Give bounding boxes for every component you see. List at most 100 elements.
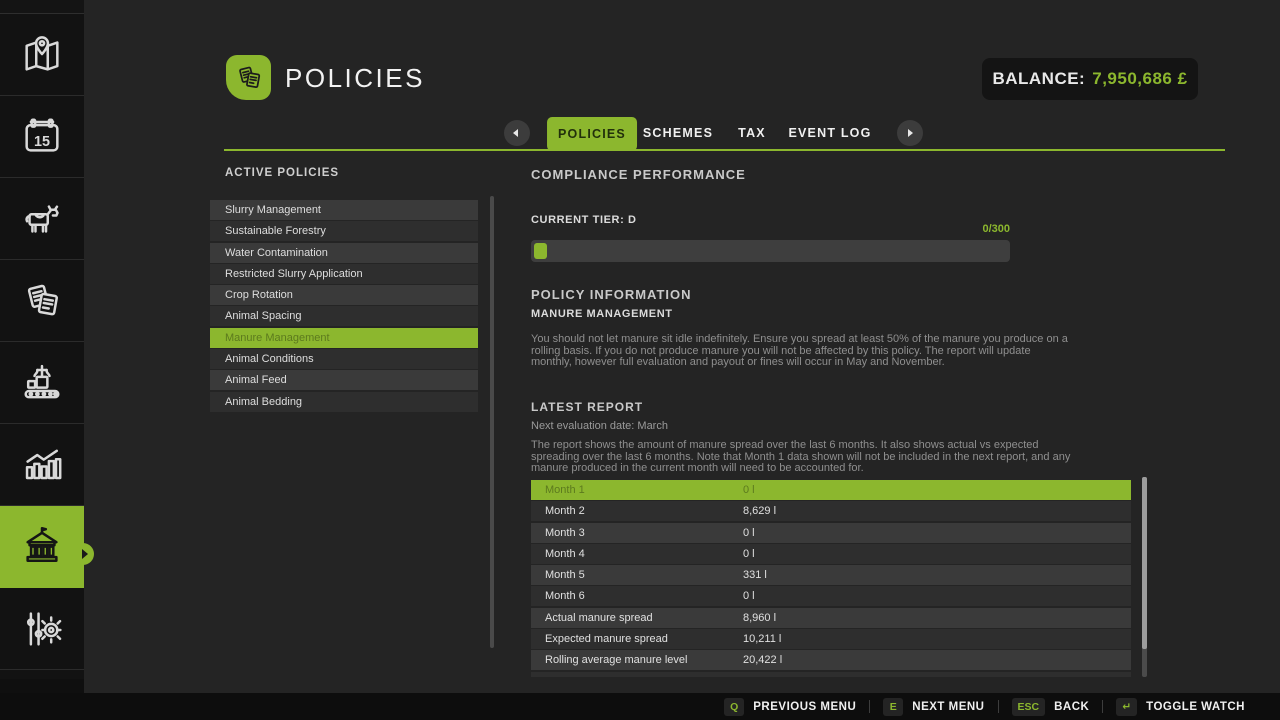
next-evaluation-date: Next evaluation date: March [531, 420, 668, 432]
sidebar: 15 [0, 0, 84, 679]
map-icon [19, 32, 65, 78]
compliance-heading: COMPLIANCE PERFORMANCE [531, 167, 746, 182]
shortcut-label: NEXT MENU [912, 701, 984, 713]
policy-name: MANURE MANAGEMENT [531, 308, 673, 320]
policies-app-icon [226, 55, 271, 100]
row-label: Month 5 [545, 565, 585, 585]
policy-item[interactable]: Crop Rotation [210, 285, 478, 305]
sidebar-item-calendar[interactable]: 15 [0, 96, 84, 178]
report-description: The report shows the amount of manure sp… [531, 440, 1071, 475]
cow-icon [19, 196, 65, 242]
production-icon [19, 360, 65, 406]
sidebar-item-finances[interactable] [0, 506, 84, 588]
key-e: E [883, 698, 903, 716]
table-row[interactable]: Expected manure spread 10,211 l [531, 629, 1131, 649]
policies-screen: 15 [0, 0, 1280, 720]
active-policies-heading: ACTIVE POLICIES [225, 167, 339, 179]
row-value: 0 l [743, 480, 755, 500]
table-row[interactable]: Month 4 0 l [531, 544, 1131, 564]
policy-item[interactable]: Restricted Slurry Application [210, 264, 478, 284]
tab-policies[interactable]: POLICIES [547, 117, 637, 151]
sidebar-item-animals[interactable] [0, 178, 84, 260]
report-table-scrollbar-thumb[interactable] [1142, 477, 1147, 649]
row-value: 0 [743, 672, 749, 677]
row-label: Rolling average manure level [545, 650, 687, 670]
row-label: Month 3 [545, 523, 585, 543]
table-row[interactable]: Rolling average manure level 20,422 l [531, 650, 1131, 670]
policy-item[interactable]: Animal Spacing [210, 306, 478, 326]
footer-shortcut-bar: Q PREVIOUS MENU E NEXT MENU ESC BACK ↵ T… [0, 693, 1280, 720]
balance-label: BALANCE: [992, 69, 1085, 89]
prev-tab-button[interactable] [504, 120, 530, 146]
calendar-icon: 15 [19, 114, 65, 160]
settings-icon [19, 606, 65, 652]
table-row-selected[interactable]: Month 1 0 l [531, 480, 1131, 500]
documents-icon [19, 278, 65, 324]
policy-item[interactable]: Water Contamination [210, 243, 478, 263]
latest-report-heading: LATEST REPORT [531, 400, 643, 414]
active-policies-list: Slurry Management Sustainable Forestry W… [210, 200, 478, 412]
sidebar-item-map[interactable] [0, 14, 84, 96]
table-row[interactable]: Month 5 331 l [531, 565, 1131, 585]
row-value: 0 l [743, 523, 755, 543]
row-label: Month 4 [545, 544, 585, 564]
sidebar-item-settings[interactable] [0, 588, 84, 670]
shortcut-label: BACK [1054, 701, 1089, 713]
bank-icon [19, 524, 65, 570]
policy-item-selected[interactable]: Manure Management [210, 328, 478, 348]
shortcut-toggle-watch[interactable]: ↵ TOGGLE WATCH [1116, 698, 1245, 716]
tab-tax[interactable]: TAX [738, 117, 766, 150]
row-value: 331 l [743, 565, 767, 585]
documents-icon [233, 62, 265, 94]
policy-description: You should not let manure sit idle indef… [531, 334, 1068, 369]
table-row[interactable]: Actual manure spread 8,960 l [531, 608, 1131, 628]
tab-schemes[interactable]: SCHEMES [643, 117, 713, 150]
row-value: 0 l [743, 586, 755, 606]
sidebar-item-contracts[interactable] [0, 260, 84, 342]
policy-list-scrollbar[interactable] [490, 196, 494, 648]
row-label: Month 1 [545, 480, 585, 500]
row-value: 0 l [743, 544, 755, 564]
svg-text:15: 15 [34, 133, 50, 149]
table-row[interactable]: Month 2 8,629 l [531, 501, 1131, 521]
key-q: Q [724, 698, 744, 716]
row-value: 20,422 l [743, 650, 782, 670]
next-tab-button[interactable] [897, 120, 923, 146]
page-title: POLICIES [285, 63, 425, 94]
row-label: Actual manure spread [545, 608, 653, 628]
row-label: Month 6 [545, 586, 585, 606]
policy-item[interactable]: Animal Conditions [210, 349, 478, 369]
report-table-scrollbar[interactable] [1142, 477, 1147, 677]
row-label: Month 2 [545, 501, 585, 521]
key-esc: ESC [1012, 698, 1046, 716]
compliance-progress-bar [531, 240, 1010, 262]
shortcut-back[interactable]: ESC BACK [1012, 698, 1090, 716]
tab-event-log[interactable]: EVENT LOG [788, 117, 871, 150]
tab-underline [224, 149, 1225, 151]
policy-item[interactable]: Animal Bedding [210, 392, 478, 412]
shortcut-label: PREVIOUS MENU [753, 701, 856, 713]
sidebar-item-statistics[interactable] [0, 424, 84, 506]
table-row[interactable]: Month 6 0 l [531, 586, 1131, 606]
row-value: 8,629 l [743, 501, 776, 521]
shortcut-previous-menu[interactable]: Q PREVIOUS MENU [724, 698, 856, 716]
row-label: Expected manure spread [545, 629, 668, 649]
policy-info-heading: POLICY INFORMATION [531, 287, 692, 302]
row-value: 8,960 l [743, 608, 776, 628]
shortcut-next-menu[interactable]: E NEXT MENU [883, 698, 984, 716]
table-row-partial[interactable]: Rating 0 [531, 672, 1131, 677]
policy-item[interactable]: Sustainable Forestry [210, 221, 478, 241]
policy-item[interactable]: Slurry Management [210, 200, 478, 220]
balance-value: 7,950,686 £ [1092, 69, 1187, 89]
shortcut-label: TOGGLE WATCH [1146, 701, 1245, 713]
statistics-icon [19, 442, 65, 488]
footer-divider [1102, 700, 1103, 713]
row-label: Rating [545, 672, 577, 677]
row-value: 10,211 l [743, 629, 781, 649]
footer-divider [869, 700, 870, 713]
compliance-score: 0/300 [531, 223, 1010, 235]
table-row[interactable]: Month 3 0 l [531, 523, 1131, 543]
sidebar-item-production[interactable] [0, 342, 84, 424]
active-menu-pointer [72, 543, 94, 565]
policy-item[interactable]: Animal Feed [210, 370, 478, 390]
